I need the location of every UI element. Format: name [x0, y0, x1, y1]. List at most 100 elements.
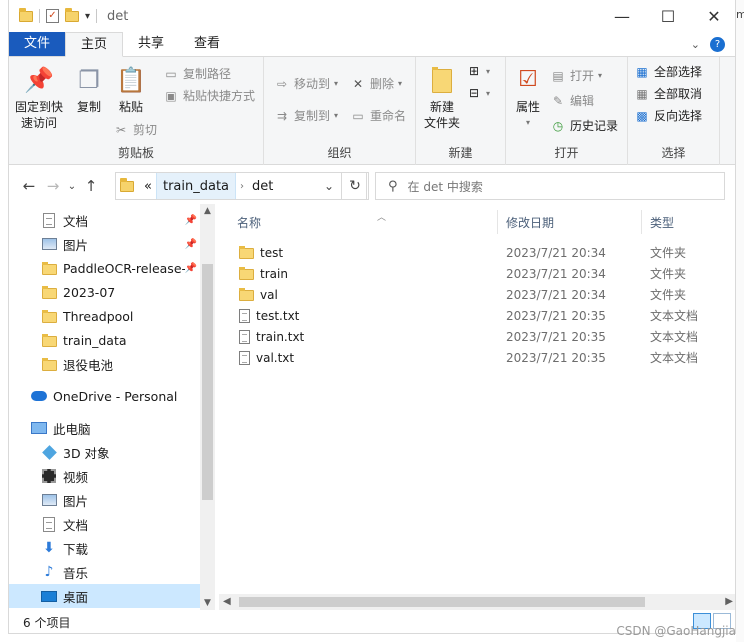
scroll-down-icon[interactable]: ▼ — [200, 598, 215, 608]
tab-file[interactable]: 文件 — [9, 32, 66, 56]
open-group-label: 打开 — [554, 146, 579, 160]
edit-icon: ✎ — [552, 93, 564, 108]
copy-button[interactable]: ❐ 复制 — [73, 63, 105, 115]
scroll-left-icon[interactable]: ◀ — [223, 594, 231, 610]
forward-arrow-icon[interactable]: → — [41, 177, 65, 195]
paste-shortcut-button[interactable]: ▣ 粘贴快捷方式 — [163, 87, 255, 104]
file-row[interactable]: val.txt 2023/7/21 20:35 文本文档 — [239, 347, 729, 368]
copy-path-button[interactable]: ▭ 复制路径 — [163, 65, 231, 82]
nav-item-onedrive[interactable]: OneDrive - Personal — [9, 384, 201, 408]
new-group-label: 新建 — [448, 146, 473, 160]
recent-locations-chevron-icon[interactable]: ⌄ — [65, 181, 79, 192]
column-divider[interactable] — [641, 210, 642, 234]
nav-item-paddleocr[interactable]: PaddleOCR-release-2 📌 — [9, 256, 201, 280]
new-item-button[interactable]: ⊞ ▾ — [466, 63, 490, 79]
nav-item-retired-batteries[interactable]: 退役电池 — [9, 352, 201, 376]
address-dropdown-chevron-icon[interactable]: ⌄ — [324, 179, 334, 193]
column-header-date[interactable]: 修改日期 — [506, 210, 638, 234]
nav-item-3d-objects[interactable]: 3D 对象 — [9, 440, 201, 464]
search-icon: ⚲ — [388, 178, 398, 194]
nav-item-desktop[interactable]: 桌面 — [9, 584, 201, 608]
column-header-type[interactable]: 类型 — [650, 210, 730, 234]
maximize-button[interactable]: ☐ — [645, 0, 691, 32]
properties-button[interactable]: ☑ 属性 ▾ — [512, 63, 544, 131]
edit-button[interactable]: ✎ 编辑 — [550, 92, 594, 109]
nav-item-downloads[interactable]: ⬇ 下载 — [9, 536, 201, 560]
nav-item-music[interactable]: ♪ 音乐 — [9, 560, 201, 584]
pin-to-quick-access-button[interactable]: 📌 固定到快 速访问 — [15, 63, 63, 131]
nav-item-documents[interactable]: 文档 — [9, 512, 201, 536]
nav-scrollbar-thumb[interactable] — [202, 264, 213, 500]
nav-item-this-pc[interactable]: 此电脑 — [9, 416, 201, 440]
tab-home[interactable]: 主页 — [65, 32, 124, 57]
address-overflow-chevrons[interactable]: « — [140, 179, 156, 194]
rename-icon: ▭ — [352, 108, 364, 123]
select-all-button[interactable]: ▦ 全部选择 — [634, 63, 702, 80]
window-controls: — ☐ ✕ — [599, 0, 735, 32]
file-row[interactable]: val 2023/7/21 20:34 文件夹 — [239, 284, 729, 305]
file-row[interactable]: train 2023/7/21 20:34 文件夹 — [239, 263, 729, 284]
horizontal-scrollbar-thumb[interactable] — [239, 597, 645, 607]
folder-icon — [239, 288, 254, 301]
nav-item-pictures[interactable]: 图片 — [9, 488, 201, 512]
nav-item-videos[interactable]: 视频 — [9, 464, 201, 488]
customize-toolbar-caret[interactable]: ▾ — [85, 11, 90, 22]
ribbon-tabs: 文件 主页 共享 查看 ⌄ ? — [9, 32, 735, 57]
close-button[interactable]: ✕ — [691, 0, 735, 32]
copy-icon: ❐ — [78, 66, 100, 94]
nav-item-pictures-pinned[interactable]: 图片 📌 — [9, 232, 201, 256]
history-button[interactable]: ◷ 历史记录 — [550, 117, 618, 134]
new-folder-icon[interactable] — [65, 7, 79, 22]
nav-item-train-data[interactable]: train_data — [9, 328, 201, 352]
column-divider[interactable] — [497, 210, 498, 234]
scroll-up-icon[interactable]: ▲ — [200, 206, 215, 216]
pictures-icon — [41, 492, 57, 508]
help-icon[interactable]: ? — [710, 36, 725, 52]
delete-button[interactable]: ✕ 删除 ▾ — [350, 75, 402, 92]
watermark: CSDN @GaoHangjia — [616, 624, 736, 638]
cut-button[interactable]: ✂ 剪切 — [113, 121, 157, 138]
paste-icon: 📋 — [116, 66, 146, 94]
breadcrumb-train-data[interactable]: train_data — [155, 173, 237, 199]
minimize-button[interactable]: — — [599, 0, 645, 32]
nav-item-documents-pinned[interactable]: 文档 📌 — [9, 208, 201, 232]
window-title: det — [107, 8, 129, 24]
move-to-button[interactable]: ⇨ 移动到 ▾ — [274, 75, 338, 92]
address-bar[interactable]: « train_data › det ⌄ — [115, 172, 367, 200]
invert-selection-button[interactable]: ▩ 反向选择 — [634, 107, 702, 124]
column-header-name[interactable]: 名称 ︿ — [237, 210, 497, 234]
file-row[interactable]: test.txt 2023/7/21 20:35 文本文档 — [239, 305, 729, 326]
back-arrow-icon[interactable]: ← — [17, 177, 41, 195]
chevron-down-icon[interactable]: ⌄ — [691, 38, 700, 51]
search-box[interactable]: ⚲ 在 det 中搜索 — [375, 172, 725, 200]
divider — [39, 9, 40, 23]
folder-icon — [41, 260, 57, 276]
file-row[interactable]: train.txt 2023/7/21 20:35 文本文档 — [239, 326, 729, 347]
nav-item-threadpool[interactable]: Threadpool — [9, 304, 201, 328]
nav-item-2023-07[interactable]: 2023-07 — [9, 280, 201, 304]
new-folder-button[interactable]: 新建 文件夹 — [424, 63, 460, 131]
select-none-button[interactable]: ▦ 全部取消 — [634, 85, 702, 102]
nav-scrollbar[interactable]: ▲ ▼ — [200, 204, 215, 610]
divider — [96, 9, 98, 23]
open-button[interactable]: ▤ 打开 ▾ — [550, 67, 602, 84]
tab-share[interactable]: 共享 — [123, 32, 179, 56]
scroll-right-icon[interactable]: ▶ — [725, 594, 733, 610]
refresh-icon[interactable]: ↻ — [341, 172, 369, 200]
organize-group: ⇨ 移动到 ▾ ✕ 删除 ▾ ⇉ 复制到 ▾ ▭ 重命名 组织 — [264, 57, 416, 165]
paste-button[interactable]: 📋 粘贴 — [115, 63, 147, 115]
copy-to-button[interactable]: ⇉ 复制到 ▾ — [274, 107, 338, 124]
properties-icon[interactable]: ✓ — [46, 9, 59, 23]
file-row[interactable]: test 2023/7/21 20:34 文件夹 — [239, 242, 729, 263]
tab-view[interactable]: 查看 — [179, 32, 235, 56]
easy-access-button[interactable]: ⊟ ▾ — [466, 85, 490, 101]
rename-button[interactable]: ▭ 重命名 — [350, 107, 406, 124]
folder-icon — [41, 356, 57, 372]
breadcrumb-separator-icon[interactable]: › — [236, 181, 248, 192]
folder-icon — [19, 7, 33, 22]
up-arrow-icon[interactable]: ↑ — [79, 177, 103, 195]
pictures-icon — [41, 236, 57, 252]
pin-icon: 📌 — [184, 238, 197, 250]
file-list-horizontal-scrollbar[interactable]: ◀ ▶ — [219, 594, 735, 610]
breadcrumb-det[interactable]: det — [248, 179, 277, 194]
